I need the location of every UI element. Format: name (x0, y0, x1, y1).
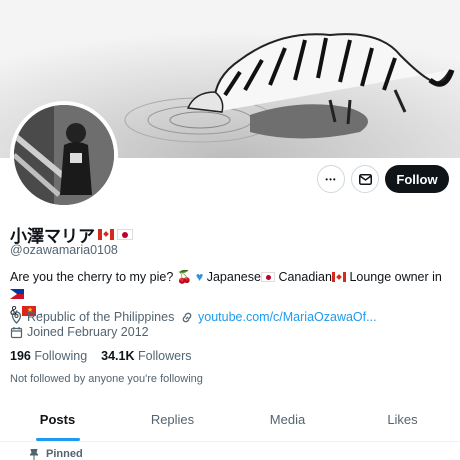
canada-flag-icon (331, 272, 346, 282)
blue-heart-icon: ♥ (195, 270, 204, 284)
pinned-indicator: Pinned (30, 448, 83, 460)
follow-stats: 196 Following 34.1K Followers (10, 349, 192, 363)
bio-text-1: Are you the cherry to my pie? (10, 270, 174, 284)
tab-media[interactable]: Media (230, 398, 345, 441)
joined-row: Joined February 2012 (10, 325, 149, 339)
not-followed-text: Not followed by anyone you're following (10, 373, 203, 385)
pinned-label: Pinned (46, 448, 83, 460)
bio-text-4: Lounge owner in (349, 270, 442, 284)
avatar-photo (14, 105, 114, 205)
follow-button[interactable]: Follow (385, 165, 449, 193)
profile-avatar[interactable] (10, 101, 118, 209)
japan-flag-icon (260, 272, 275, 282)
tab-likes[interactable]: Likes (345, 398, 460, 441)
japan-flag-icon (117, 229, 133, 240)
more-icon: ••• (325, 174, 337, 184)
profile-joined: Joined February 2012 (27, 325, 149, 339)
pin-icon (30, 448, 38, 460)
tab-replies[interactable]: Replies (115, 398, 230, 441)
calendar-icon (10, 326, 23, 338)
profile-website-link[interactable]: youtube.com/c/MariaOzawaOf... (198, 310, 377, 324)
canada-flag-icon (98, 229, 114, 240)
philippines-flag-icon (10, 289, 24, 299)
followers-label: Followers (138, 349, 192, 363)
following-link[interactable]: 196 Following (10, 349, 87, 363)
bio-text-2: Japanese (206, 270, 261, 284)
location-row: Republic of the Philippines (10, 310, 174, 324)
tab-posts[interactable]: Posts (0, 398, 115, 441)
location-pin-icon (11, 310, 22, 324)
website-row: youtube.com/c/MariaOzawaOf... (180, 310, 377, 324)
more-options-button[interactable]: ••• (317, 165, 345, 193)
profile-location: Republic of the Philippines (27, 310, 175, 324)
profile-handle: @ozawamaria0108 (10, 243, 118, 257)
followers-count: 34.1K (101, 349, 135, 363)
cherry-icon: 🍒 (176, 270, 193, 284)
message-button[interactable] (351, 165, 379, 193)
bio-text-3: Canadian (278, 270, 332, 284)
followers-link[interactable]: 34.1K Followers (101, 349, 191, 363)
profile-tabs: Posts Replies Media Likes (0, 398, 460, 442)
following-count: 196 (10, 349, 31, 363)
link-icon (182, 312, 192, 322)
envelope-icon (358, 173, 372, 185)
following-label: Following (34, 349, 88, 363)
